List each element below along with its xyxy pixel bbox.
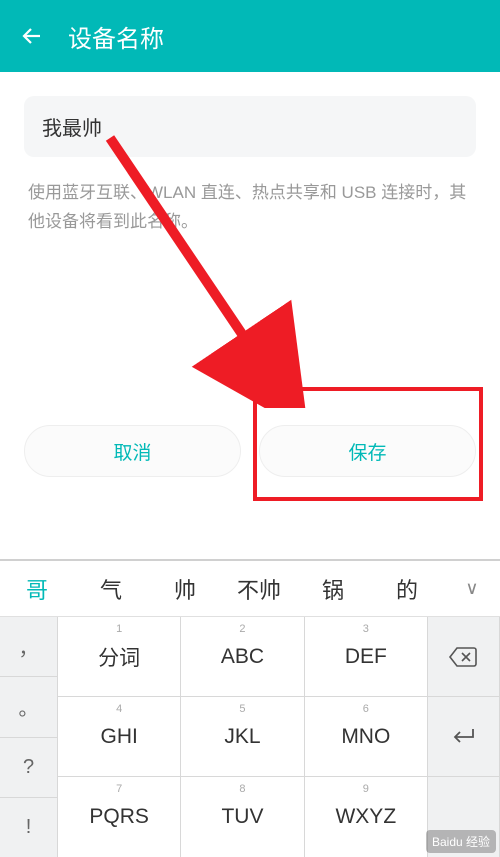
candidate-word[interactable]: 锅 [296, 573, 370, 605]
candidate-word[interactable]: 帅 [148, 573, 222, 605]
key-2[interactable]: 2ABC [181, 617, 304, 697]
key-1[interactable]: 1分词 [58, 617, 181, 697]
key-5[interactable]: 5JKL [181, 697, 304, 777]
candidate-row: 哥 气 帅 不帅 锅 的 ∨ [0, 561, 500, 617]
help-text: 使用蓝牙互联、WLAN 直连、热点共享和 USB 连接时，其他设备将看到此名称。 [24, 179, 476, 237]
app-header: 设备名称 [0, 0, 500, 72]
candidate-expand-icon[interactable]: ∨ [444, 578, 500, 599]
page-title: 设备名称 [68, 19, 164, 54]
cancel-button[interactable]: 取消 [24, 425, 241, 477]
watermark-badge: Baidu 经验 [426, 830, 496, 853]
keyboard-sidebar: ， 。 ? ! [0, 617, 58, 857]
key-6[interactable]: 6MNO [305, 697, 428, 777]
key-7[interactable]: 7PQRS [58, 777, 181, 857]
candidate-word[interactable]: 不帅 [222, 573, 296, 605]
device-name-input[interactable]: 我最帅 [24, 96, 476, 157]
enter-key[interactable] [428, 697, 500, 777]
keyboard: 哥 气 帅 不帅 锅 的 ∨ ， 。 ? ! 1分词 2ABC 3DEF 4GH… [0, 559, 500, 857]
key-4[interactable]: 4GHI [58, 697, 181, 777]
key-3[interactable]: 3DEF [305, 617, 428, 697]
candidate-word[interactable]: 气 [74, 573, 148, 605]
key-8[interactable]: 8TUV [181, 777, 304, 857]
button-row: 取消 保存 [0, 425, 500, 477]
candidate-word[interactable]: 哥 [0, 573, 74, 605]
back-button[interactable] [18, 22, 46, 50]
save-button[interactable]: 保存 [259, 425, 476, 477]
punct-exclaim-key[interactable]: ! [0, 798, 58, 857]
candidate-word[interactable]: 的 [370, 573, 444, 605]
content-area: 我最帅 使用蓝牙互联、WLAN 直连、热点共享和 USB 连接时，其他设备将看到… [0, 72, 500, 261]
punct-comma-key[interactable]: ， [0, 617, 58, 677]
punct-period-key[interactable]: 。 [0, 677, 58, 737]
backspace-key[interactable] [428, 617, 500, 697]
key-9[interactable]: 9WXYZ [305, 777, 428, 857]
punct-question-key[interactable]: ? [0, 738, 58, 798]
